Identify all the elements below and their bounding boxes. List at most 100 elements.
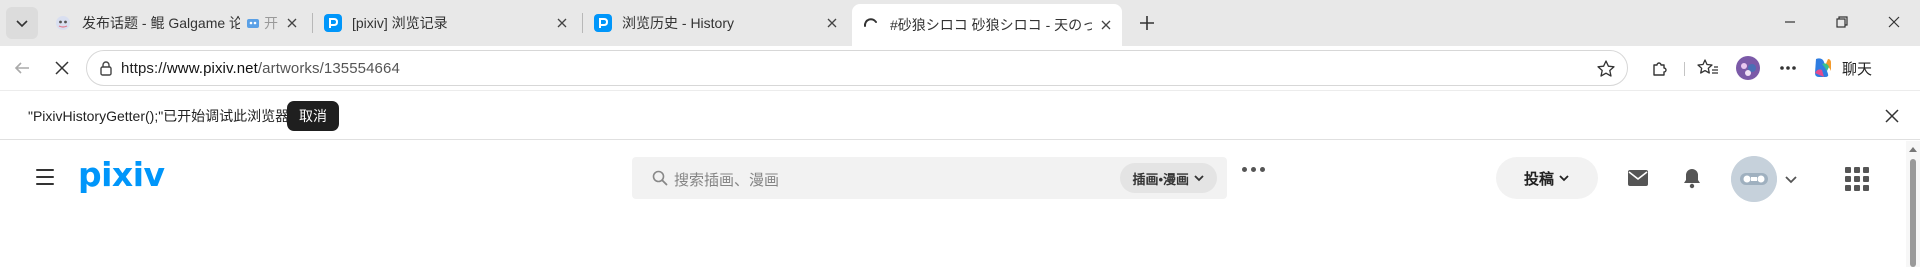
search-box[interactable]: 搜索插画、漫画 插画•漫画 [632,157,1227,199]
tab-strip: 发布话题 - 鲲 Galgame 论坛 开 [pixiv] 浏览记录 浏览历史 … [0,0,1920,46]
grid-cell [1854,176,1860,182]
chevron-down-icon [1194,175,1204,182]
hamburger-line [36,169,54,171]
tab-browse-history[interactable]: 浏览历史 - History [584,6,848,40]
tab-title: 发布话题 - 鲲 Galgame 论坛 [82,15,240,31]
close-icon [55,61,69,75]
grid-cell [1854,167,1860,173]
site-info-icon[interactable] [97,59,115,77]
chevron-down-icon [1559,175,1569,182]
tab-separator [582,13,583,33]
hamburger-line [36,176,54,178]
scroll-thumb[interactable] [1910,159,1916,267]
search-icon [652,170,668,186]
url-scheme: https:// [121,60,167,77]
tab-separator [312,13,313,33]
plus-icon [1140,16,1154,30]
settings-more-button[interactable] [1772,52,1804,84]
chat-label: 聊天 [1842,60,1873,78]
close-icon [557,18,567,28]
back-button[interactable] [6,52,38,84]
debugging-infobar: "PixivHistoryGetter();"已开始调试此浏览器 取消 [0,90,1920,140]
tab-title: #砂狼シロコ 砂狼シロコ - 天のっ [890,17,1092,33]
hamburger-line [36,183,54,185]
extensions-button[interactable] [1644,52,1676,84]
tab-extra-label: 开 [264,15,278,31]
new-tab-button[interactable] [1131,7,1163,39]
more-horizontal-icon [1780,66,1796,70]
scroll-up-arrow-icon[interactable] [1909,147,1917,152]
infobar-close-button[interactable] [1880,104,1904,128]
pixiv-favicon-icon [594,14,612,32]
favorite-star-button[interactable] [1595,58,1617,80]
grid-cell [1863,176,1869,182]
url-text: https://www.pixiv.net/artworks/135554664 [121,60,400,77]
tab-pixiv-history[interactable]: [pixiv] 浏览记录 [314,6,578,40]
url-path: /artworks/135554664 [257,60,400,77]
notifications-button[interactable] [1678,164,1706,192]
grid-cell [1863,167,1869,173]
close-icon [1888,16,1900,28]
tab-galgame[interactable]: 发布话题 - 鲲 Galgame 论坛 开 [44,6,308,40]
url-host: www.pixiv.net [166,60,258,77]
tab-title: 浏览历史 - History [622,15,734,31]
dot [1242,167,1247,172]
menu-button[interactable] [32,164,58,190]
avatar-chevron-down-icon[interactable] [1784,172,1798,186]
pixiv-page: pixiv 搜索插画、漫画 插画•漫画 投稿 [0,141,1906,267]
close-icon [827,18,837,28]
close-icon [287,18,297,28]
infobar-message: "PixivHistoryGetter();"已开始调试此浏览器 [28,108,290,124]
mail-icon [1628,170,1648,186]
avatar-image-icon [1731,156,1777,202]
loading-spinner-icon [862,16,880,34]
search-type-dropdown[interactable]: 插画•漫画 [1120,163,1217,193]
grid-cell [1845,167,1851,173]
favorites-list-icon [1697,59,1718,74]
post-label: 投稿 [1523,170,1554,188]
dot [1260,167,1265,172]
restore-button[interactable] [1814,0,1870,44]
tab-close-button[interactable] [1098,17,1114,33]
chevron-down-icon [16,20,28,28]
minimize-button[interactable] [1762,0,1818,44]
pixiv-favicon-icon [324,14,342,32]
toolbar-separator [1684,62,1685,76]
tab-artwork-active[interactable]: #砂狼シロコ 砂狼シロコ - 天のっ [852,4,1122,46]
search-type-label: 插画•漫画 [1132,171,1189,187]
close-icon [1101,20,1111,30]
apps-grid-icon[interactable] [1845,167,1869,191]
stop-button[interactable] [46,52,78,84]
tab-extension-icon [246,16,260,30]
restore-icon [1836,16,1848,28]
profile-avatar-icon [1736,56,1760,80]
search-placeholder: 搜索插画、漫画 [674,172,780,189]
tab-list-button[interactable] [6,7,38,39]
close-icon [1885,109,1899,123]
galgame-favicon-icon [54,14,72,32]
pixiv-logo[interactable]: pixiv [78,155,165,194]
tab-title: [pixiv] 浏览记录 [352,15,448,31]
tab-close-button[interactable] [824,15,840,31]
grid-cell [1863,185,1869,191]
more-menu-icon[interactable] [1242,167,1265,172]
copilot-chat-button[interactable]: 聊天 [1810,51,1872,85]
cancel-button[interactable]: 取消 [287,101,339,131]
grid-cell [1845,185,1851,191]
messages-button[interactable] [1624,164,1652,192]
profile-button[interactable] [1732,52,1764,84]
address-bar[interactable]: https://www.pixiv.net/artworks/135554664 [86,50,1628,86]
post-button[interactable]: 投稿 [1496,157,1598,199]
tab-close-button[interactable] [284,15,300,31]
user-avatar[interactable] [1731,156,1777,202]
browser-toolbar: https://www.pixiv.net/artworks/135554664… [0,46,1920,90]
tab-close-button[interactable] [554,15,570,31]
puzzle-icon [1653,62,1667,76]
copilot-icon [1815,58,1831,77]
grid-cell [1854,185,1860,191]
bell-icon [1684,169,1700,189]
page-scrollbar[interactable] [1906,141,1920,267]
minimize-icon [1785,21,1795,23]
close-window-button[interactable] [1866,0,1920,44]
favorites-button[interactable] [1692,52,1724,84]
